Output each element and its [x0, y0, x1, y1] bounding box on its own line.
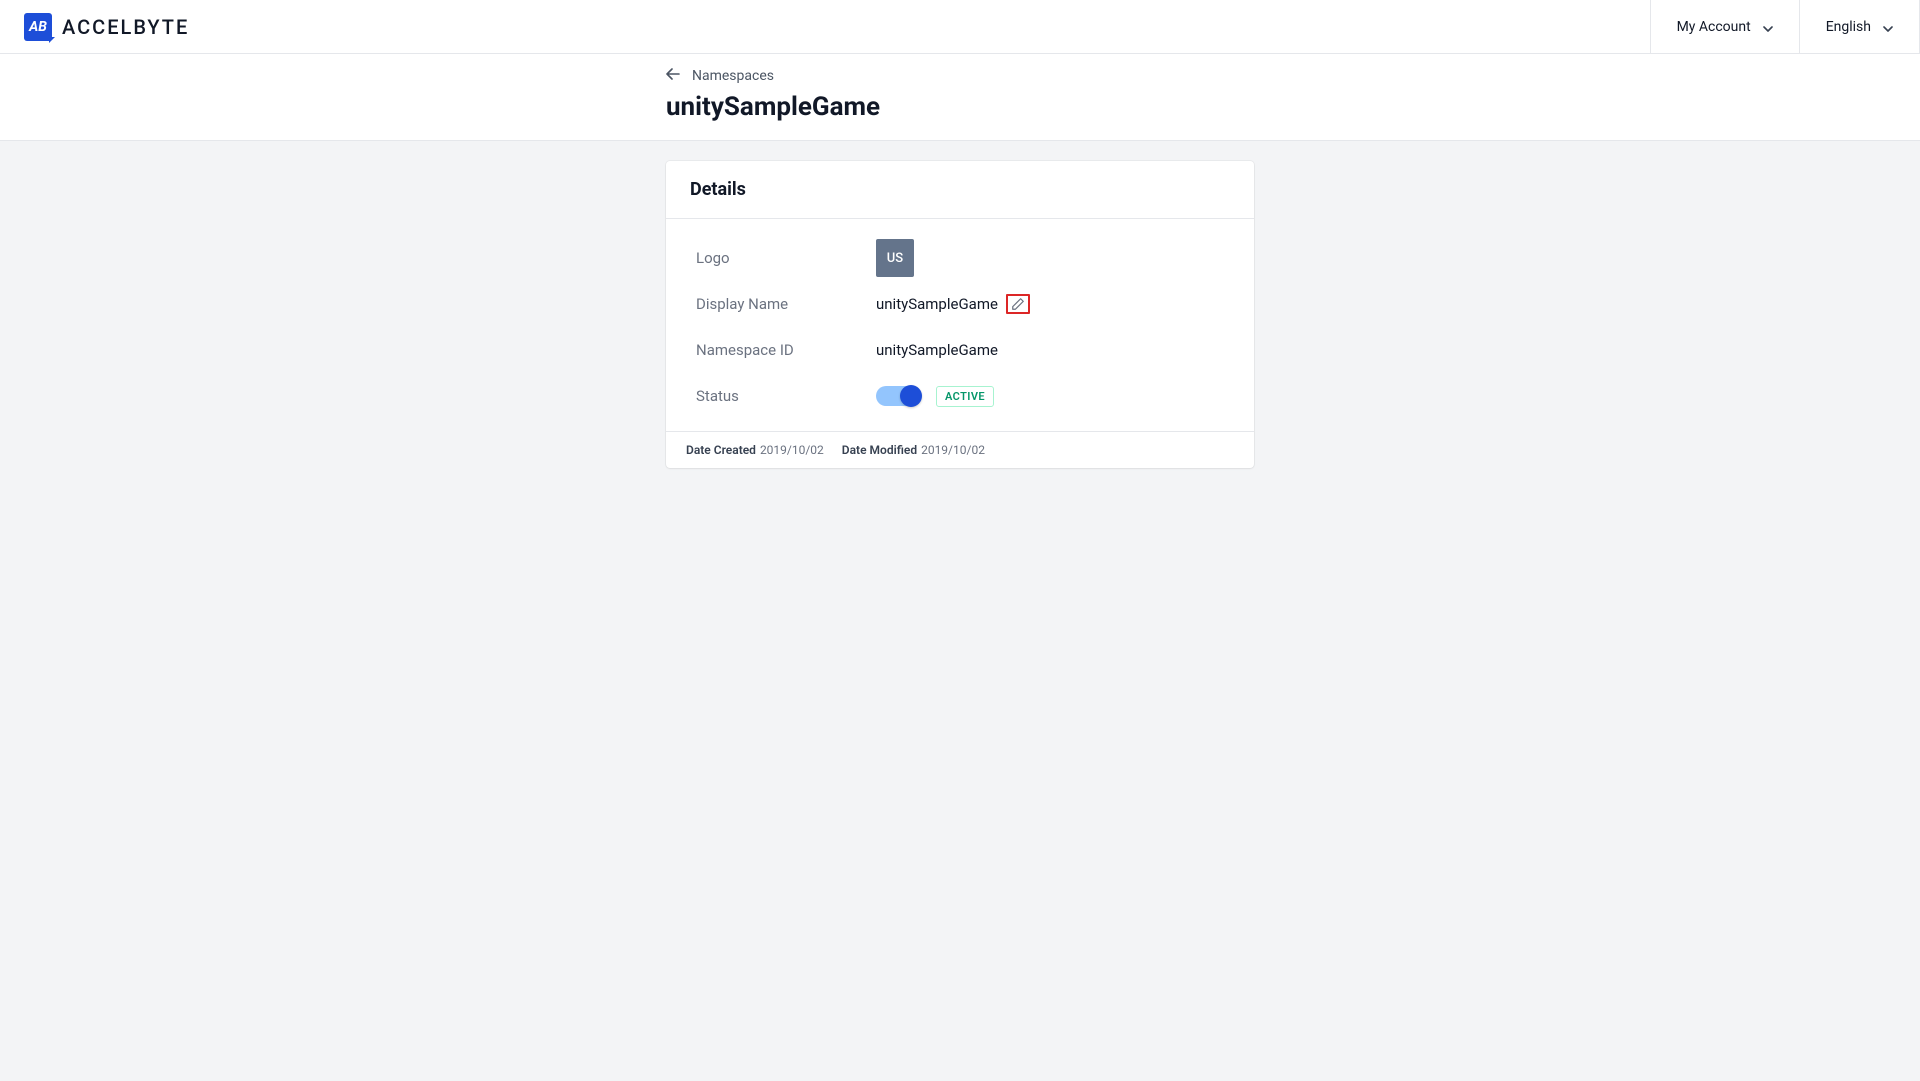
toggle-knob: [900, 385, 922, 407]
card-title: Details: [666, 161, 1254, 219]
row-logo: Logo US: [696, 237, 1224, 279]
brand-name: ACCELBYTE: [62, 15, 189, 39]
breadcrumb-label: Namespaces: [692, 68, 774, 84]
row-display-name: Display Name unitySampleGame: [696, 283, 1224, 325]
language-label: English: [1826, 19, 1871, 35]
date-created-value: 2019/10/02: [760, 443, 824, 457]
status-badge: ACTIVE: [936, 386, 994, 407]
brand-logo-initials: AB: [29, 19, 47, 35]
row-logo-label: Logo: [696, 249, 876, 267]
date-modified-value: 2019/10/02: [921, 443, 985, 457]
row-status-label: Status: [696, 387, 876, 405]
card-footer: Date Created 2019/10/02 Date Modified 2019…: [666, 431, 1254, 468]
row-namespace-id: Namespace ID unitySampleGame: [696, 329, 1224, 371]
date-modified: Date Modified 2019/10/02: [842, 443, 985, 457]
brand-logo-icon: AB: [24, 13, 52, 41]
namespace-logo-thumb[interactable]: US: [876, 239, 914, 277]
page-body: Details Logo US Display Name unitySample…: [0, 141, 1920, 1081]
header-right: My Account English: [1650, 0, 1920, 54]
chevron-down-icon: [1763, 22, 1773, 32]
date-created: Date Created 2019/10/02: [686, 443, 824, 457]
language-dropdown[interactable]: English: [1800, 0, 1919, 54]
row-status: Status ACTIVE: [696, 375, 1224, 417]
card-body: Logo US Display Name unitySampleGame: [666, 219, 1254, 431]
pencil-icon: [1011, 297, 1025, 311]
namespace-logo-text: US: [887, 251, 903, 266]
date-modified-label: Date Modified: [842, 443, 917, 457]
breadcrumb-back[interactable]: Namespaces: [666, 68, 1254, 84]
arrow-left-icon: [666, 68, 680, 84]
row-namespace-id-label: Namespace ID: [696, 341, 876, 359]
page-subheader: Namespaces unitySampleGame: [0, 54, 1920, 141]
brand[interactable]: AB ACCELBYTE: [24, 13, 189, 41]
display-name-value: unitySampleGame: [876, 295, 998, 313]
edit-display-name-button[interactable]: [1006, 294, 1030, 314]
my-account-dropdown[interactable]: My Account: [1651, 0, 1799, 54]
namespace-id-value: unitySampleGame: [876, 341, 998, 359]
page-title: unitySampleGame: [666, 92, 1254, 122]
chevron-down-icon: [1883, 22, 1893, 32]
status-toggle[interactable]: [876, 386, 920, 406]
date-created-label: Date Created: [686, 443, 756, 457]
details-card: Details Logo US Display Name unitySample…: [666, 161, 1254, 468]
top-header: AB ACCELBYTE My Account English: [0, 0, 1920, 54]
row-display-name-label: Display Name: [696, 295, 876, 313]
my-account-label: My Account: [1677, 19, 1751, 35]
